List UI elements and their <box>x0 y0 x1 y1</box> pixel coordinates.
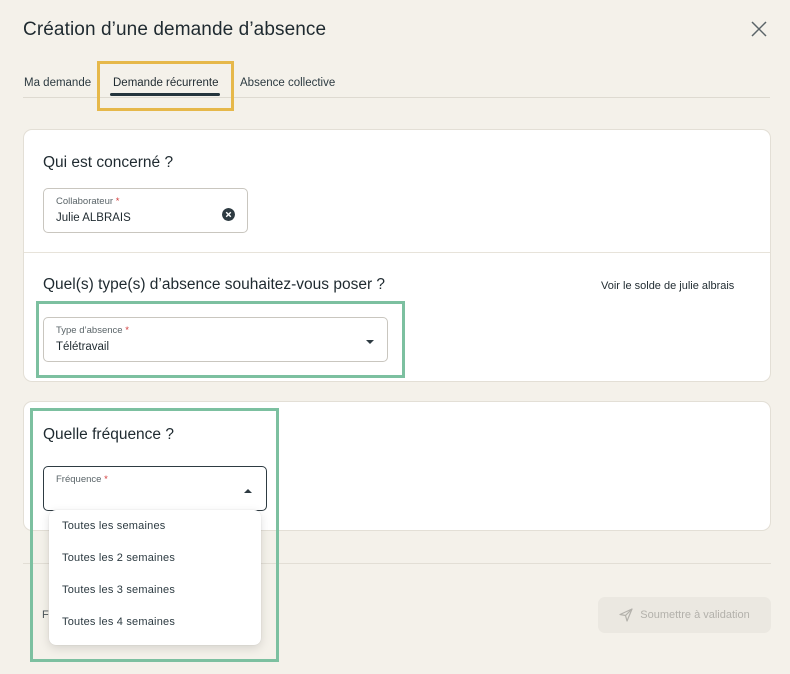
collaborator-value: Julie ALBRAIS <box>56 212 131 224</box>
absence-type-highlight-box <box>36 301 405 378</box>
clear-circle-icon[interactable] <box>222 208 235 221</box>
tab-absence-collective[interactable]: Absence collective <box>240 77 335 89</box>
page-title: Création d’une demande d’absence <box>23 19 327 40</box>
close-icon[interactable] <box>750 20 768 38</box>
tab-highlight-box <box>97 61 234 111</box>
collaborator-field[interactable]: Collaborateur * Julie ALBRAIS <box>43 188 248 233</box>
concerned-section-title: Qui est concerné ? <box>43 154 174 171</box>
frequency-highlight-box <box>30 408 279 662</box>
submit-button[interactable]: Soumettre à validation <box>598 597 771 633</box>
absence-type-section-title: Quel(s) type(s) d’absence souhaitez-vous… <box>43 276 386 293</box>
balance-link[interactable]: Voir le solde de julie albrais <box>601 280 734 292</box>
section-divider <box>24 252 770 253</box>
submit-button-label: Soumettre à validation <box>640 609 750 621</box>
collaborator-field-label: Collaborateur * <box>56 196 120 207</box>
tab-ma-demande[interactable]: Ma demande <box>24 77 91 89</box>
send-icon <box>619 608 633 622</box>
